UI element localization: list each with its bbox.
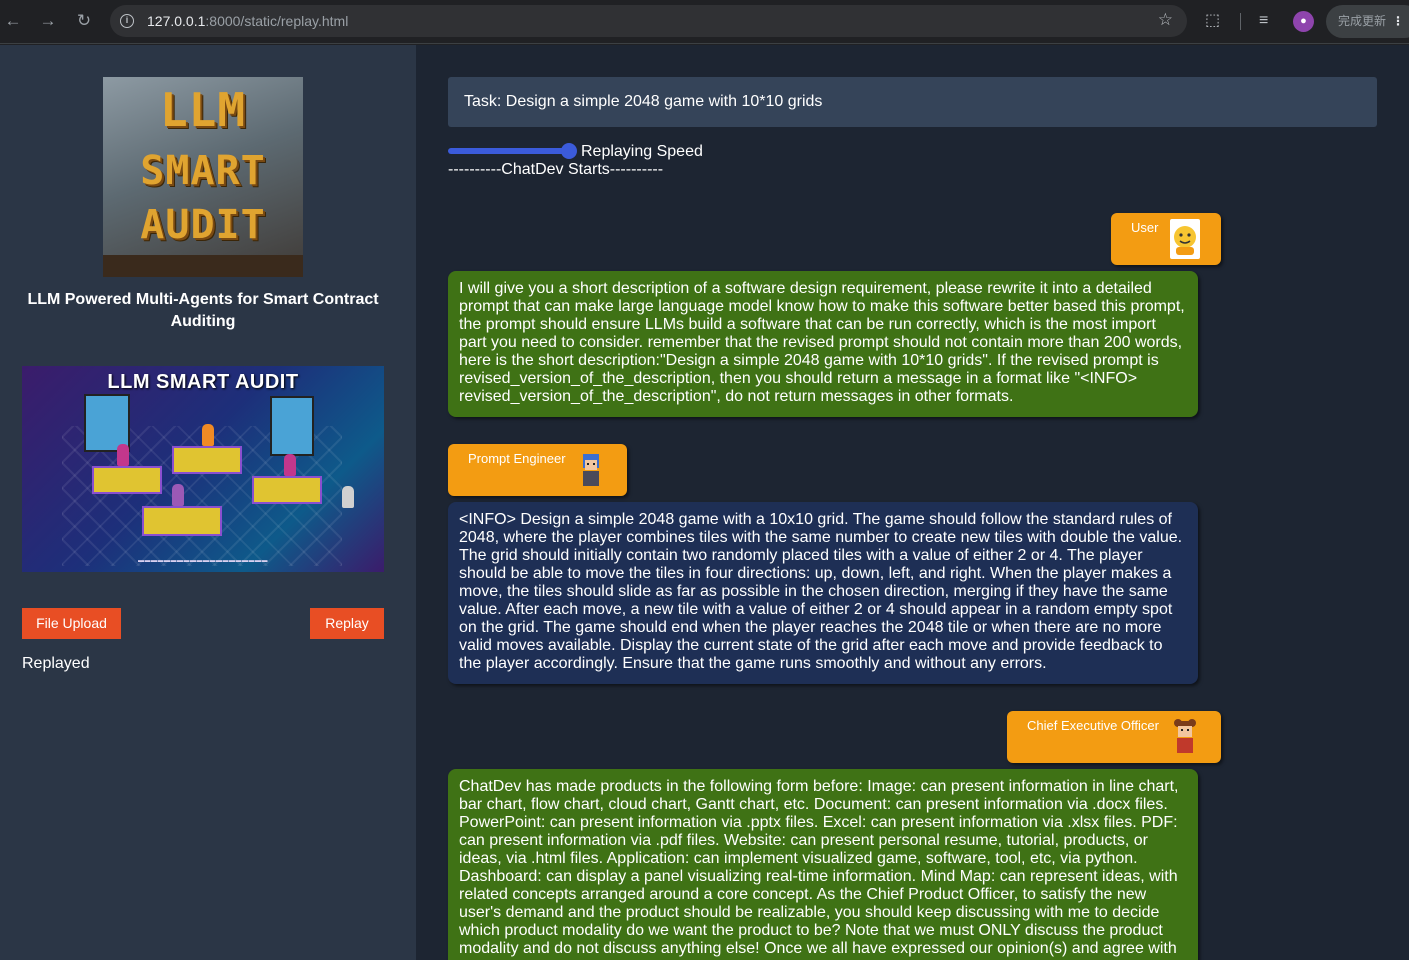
role-tag-prompt-engineer: Prompt Engineer [448,444,627,496]
banner-desk-2 [172,446,242,474]
role-name: Prompt Engineer [468,451,566,466]
more-menu-icon[interactable]: ⋮ [1392,14,1404,28]
role-name: Chief Executive Officer [1027,718,1159,733]
speed-slider-track[interactable] [448,148,574,154]
task-banner: Task: Design a simple 2048 game with 10*… [448,77,1377,127]
role-name: User [1131,220,1159,235]
speed-label: Replaying Speed [581,143,703,160]
browser-toolbar: ← → ↻ i 127.0.0.1:8000/static/replay.htm… [0,0,1409,44]
banner-monitor-right [270,396,314,456]
banner-illustration: LLM SMART AUDIT ▬▬▬▬▬▬▬▬▬▬▬▬▬▬▬▬▬▬▬▬ [22,366,384,572]
logo-line-2: SMART [140,148,266,194]
reload-icon[interactable]: ↻ [71,8,97,34]
update-button[interactable]: 完成更新 ⋮ [1326,5,1409,38]
banner-desk-3 [252,476,322,504]
banner-person-3 [284,454,296,476]
site-info-icon[interactable]: i [120,14,134,28]
message-bubble-user: I will give you a short description of a… [448,271,1198,417]
logo-line-1: LLM [159,83,247,137]
back-arrow-icon[interactable]: ← [0,8,26,34]
forward-arrow-icon[interactable]: → [35,8,61,34]
banner-person-4 [172,484,184,506]
ceo-avatar-icon [1170,717,1200,757]
message-bubble-ceo: ChatDev has made products in the followi… [448,769,1198,960]
url-host: 127.0.0.1 [147,13,206,29]
toolbar-divider [1240,13,1241,30]
banner-person-1 [117,444,129,466]
url-path: :8000/static/replay.html [205,13,349,29]
sidebar: LLM SMART AUDIT LLM Powered Multi-Agents… [0,45,416,960]
banner-person-2 [202,424,214,446]
profile-avatar-icon[interactable]: ● [1293,11,1314,32]
sidebar-title: LLM Powered Multi-Agents for Smart Contr… [27,291,379,330]
banner-desk-4 [142,506,222,536]
banner-title: LLM SMART AUDIT [107,371,299,393]
speed-slider-thumb[interactable] [561,143,577,159]
llm-smart-audit-logo: LLM SMART AUDIT [103,77,303,277]
logo-desk-strip [103,255,303,277]
reading-list-icon[interactable]: ≡ [1259,9,1268,33]
url-text[interactable]: 127.0.0.1:8000/static/replay.html [147,13,348,29]
message-bubble-prompt-engineer: <INFO> Design a simple 2048 game with a … [448,502,1198,684]
replay-panel: Task: Design a simple 2048 game with 10*… [416,45,1409,960]
prompt-engineer-avatar-icon [576,450,606,490]
extensions-icon[interactable]: ⬚ [1205,9,1220,33]
banner-footer-strip: ▬▬▬▬▬▬▬▬▬▬▬▬▬▬▬▬▬▬▬▬ [138,558,268,564]
logo-line-3: AUDIT [140,202,266,248]
update-label: 完成更新 [1338,14,1387,28]
address-bar[interactable]: i 127.0.0.1:8000/static/replay.html ☆ [110,5,1187,37]
chatdev-starts-label: ----------ChatDev Starts---------- [448,161,664,178]
replay-button[interactable]: Replay [310,608,384,639]
banner-robot [342,486,354,508]
role-tag-ceo: Chief Executive Officer [1007,711,1221,763]
banner-desk-1 [92,466,162,494]
role-tag-user: User [1111,213,1221,265]
user-avatar-icon [1170,219,1200,259]
bookmark-star-icon[interactable]: ☆ [1158,10,1173,30]
file-upload-button[interactable]: File Upload [22,608,121,639]
replay-status: Replayed [22,655,90,672]
